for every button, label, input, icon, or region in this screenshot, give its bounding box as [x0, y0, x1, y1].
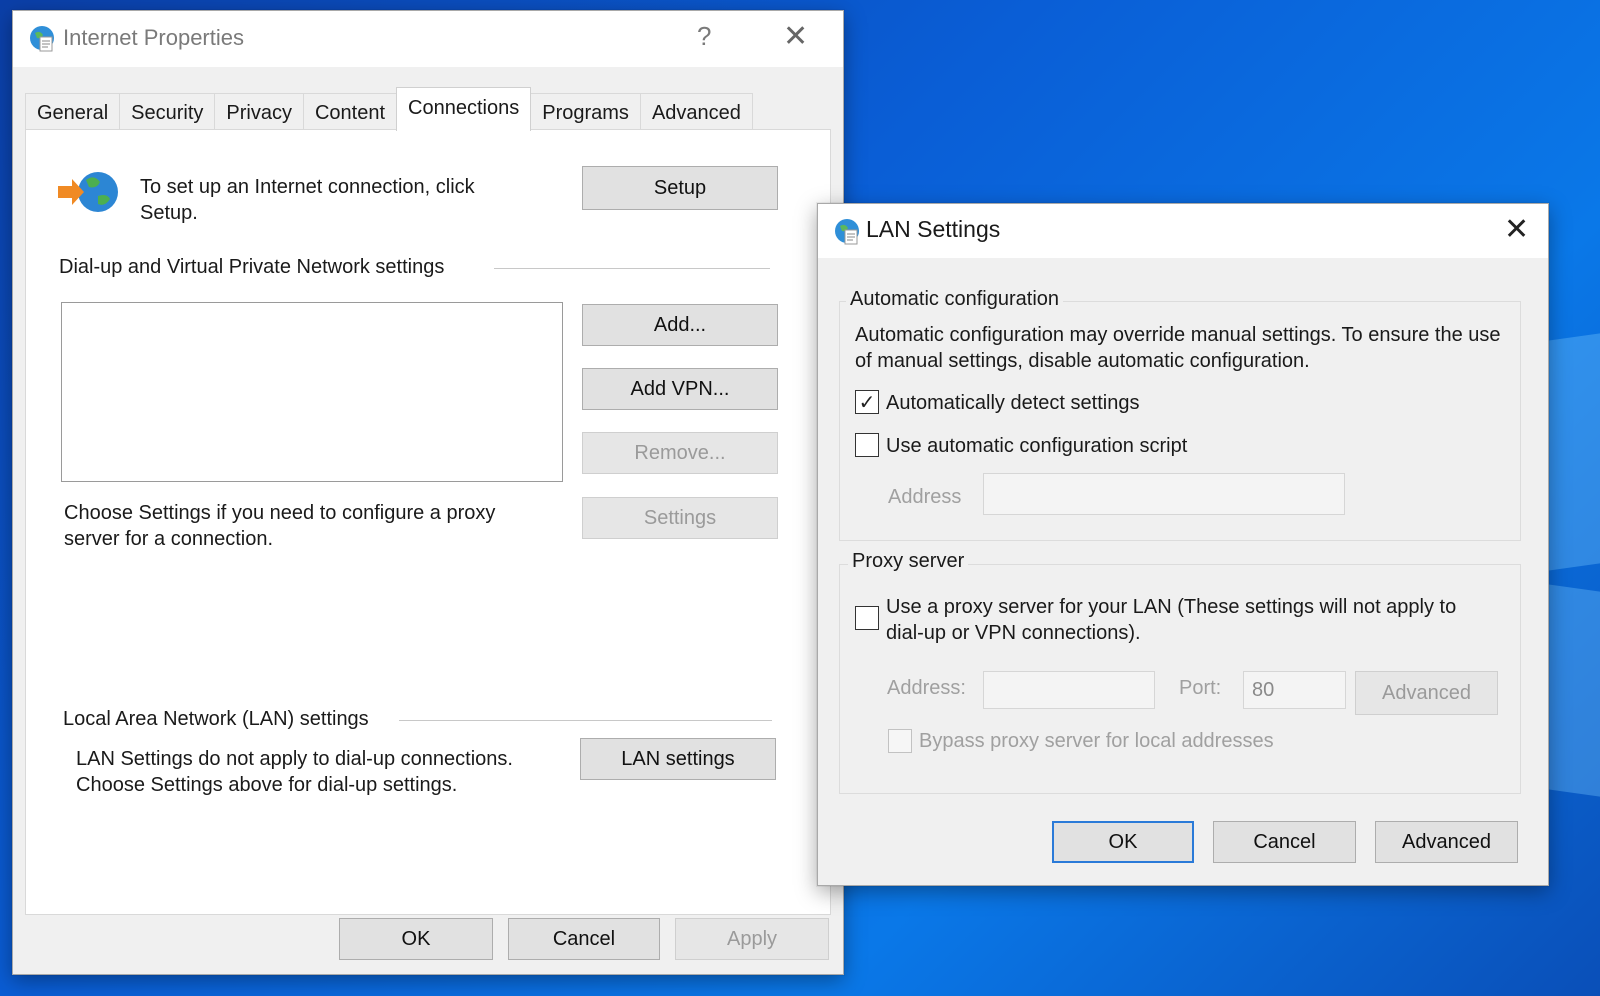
bypass-local-checkbox[interactable] [888, 729, 912, 753]
add-button[interactable]: Add... [582, 304, 778, 346]
apply-button[interactable]: Apply [675, 918, 829, 960]
script-address-input[interactable] [983, 473, 1345, 515]
help-button[interactable]: ? [697, 21, 711, 52]
cancel-button[interactable]: Cancel [1213, 821, 1356, 863]
dialog-title: LAN Settings [866, 216, 1001, 242]
network-setup-icon [58, 172, 118, 212]
lan-settings-dialog: LAN Settings ✕ Automatic configuration A… [817, 203, 1549, 886]
tab-strip: General Security Privacy Content Connect… [25, 87, 753, 131]
tab-privacy[interactable]: Privacy [214, 93, 304, 131]
auto-detect-checkbox[interactable]: ✓ [855, 390, 879, 414]
lan-section-header: Local Area Network (LAN) settings [63, 708, 369, 730]
lan-instructions: LAN Settings do not apply to dial-up con… [76, 748, 513, 796]
internet-globe-icon [835, 219, 859, 245]
script-address-label: Address [888, 486, 962, 508]
tab-security[interactable]: Security [119, 93, 216, 131]
settings-button[interactable]: Settings [582, 497, 778, 539]
proxy-instructions: Choose Settings if you need to configure… [64, 502, 496, 550]
port-label: Port: [1179, 677, 1222, 699]
dialog-title-bar[interactable]: LAN Settings ✕ [818, 204, 1548, 258]
automatic-configuration-label: Automatic configuration [846, 288, 1064, 311]
tab-advanced[interactable]: Advanced [639, 93, 753, 131]
check-icon: ✓ [858, 391, 876, 414]
connections-list[interactable] [61, 302, 563, 482]
remove-button[interactable]: Remove... [582, 432, 778, 474]
dialup-section-header: Dial-up and Virtual Private Network sett… [59, 256, 445, 278]
bypass-local-label[interactable]: Bypass proxy server for local addresses [919, 728, 1274, 754]
title-bar[interactable]: Internet Properties ? ✕ [13, 11, 843, 67]
ok-button[interactable]: OK [1052, 821, 1194, 863]
connections-panel: To set up an Internet connection, click … [25, 129, 831, 915]
cancel-button[interactable]: Cancel [508, 918, 660, 960]
auto-config-description: Automatic configuration may override man… [855, 324, 1501, 372]
internet-properties-window: Internet Properties ? ✕ General Security… [12, 10, 844, 975]
proxy-server-label: Proxy server [848, 550, 969, 573]
ok-button[interactable]: OK [339, 918, 493, 960]
setup-instructions: To set up an Internet connection, click … [140, 176, 475, 224]
tab-connections[interactable]: Connections [396, 87, 532, 131]
section-divider [399, 720, 772, 721]
setup-button[interactable]: Setup [582, 166, 778, 210]
internet-globe-icon [30, 26, 54, 52]
tab-programs[interactable]: Programs [530, 93, 641, 131]
lan-settings-button[interactable]: LAN settings [580, 738, 776, 780]
advanced-button[interactable]: Advanced [1375, 821, 1518, 863]
proxy-address-input[interactable] [983, 671, 1155, 709]
auto-script-label[interactable]: Use automatic configuration script [886, 433, 1187, 459]
auto-script-checkbox[interactable] [855, 433, 879, 457]
tab-content[interactable]: Content [302, 93, 398, 131]
use-proxy-checkbox[interactable] [855, 606, 879, 630]
section-divider [494, 268, 770, 269]
proxy-address-label: Address: [887, 677, 966, 699]
auto-detect-label[interactable]: Automatically detect settings [886, 390, 1139, 416]
proxy-advanced-button[interactable]: Advanced [1355, 671, 1498, 715]
use-proxy-label[interactable]: Use a proxy server for your LAN (These s… [886, 594, 1496, 646]
port-input[interactable]: 80 [1243, 671, 1346, 709]
close-icon[interactable]: ✕ [1504, 212, 1529, 247]
tab-general[interactable]: General [25, 93, 121, 131]
window-title: Internet Properties [63, 25, 244, 50]
close-icon[interactable]: ✕ [783, 19, 808, 54]
add-vpn-button[interactable]: Add VPN... [582, 368, 778, 410]
